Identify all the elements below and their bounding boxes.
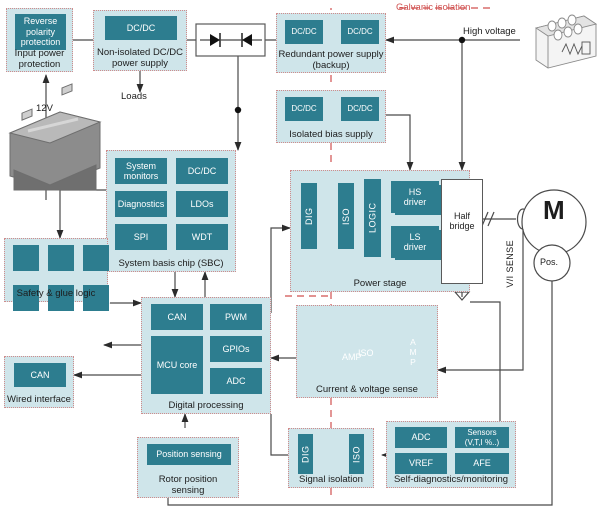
group-system-basis-chip[interactable]: System monitors DC/DC Diagnostics LDOs S… xyxy=(106,150,236,272)
block-signal-dig[interactable]: DIG xyxy=(298,434,313,474)
block-gate-1[interactable] xyxy=(13,245,39,271)
block-sbc-ldos[interactable]: LDOs xyxy=(176,191,228,217)
ipp-cap1: Input power xyxy=(14,48,65,59)
block-hs-driver[interactable]: HS driver xyxy=(391,181,439,213)
block-diag-adc[interactable]: ADC xyxy=(395,427,447,448)
rpp-line1: Reverse xyxy=(23,16,58,27)
block-power-dig[interactable]: DIG xyxy=(301,183,317,249)
block-digital-pwm[interactable]: PWM xyxy=(210,304,262,330)
block-digital-can[interactable]: CAN xyxy=(151,304,203,330)
group-isolated-bias-supply[interactable]: DC/DC DC/DC Isolated bias supply xyxy=(276,90,386,143)
label-12v: 12V xyxy=(36,103,53,114)
label-half-bridge: Half bridge xyxy=(442,211,482,231)
block-redundant-dcdc-right[interactable]: DC/DC xyxy=(341,20,379,44)
group-input-power-protection[interactable]: Reverse polarity protection Input power … xyxy=(6,8,73,72)
hb-line1: Half xyxy=(453,211,470,221)
block-digital-adc[interactable]: ADC xyxy=(210,368,262,394)
group-rotor-position-sensing[interactable]: Position sensing Rotor position sensing xyxy=(137,437,239,498)
block-sbc-diagnostics[interactable]: Diagnostics xyxy=(115,191,167,217)
caption-safety-glue-logic: Safety & glue logic xyxy=(16,288,96,299)
block-power-logic[interactable]: LOGIC xyxy=(364,179,381,257)
sm-line1: System xyxy=(125,160,156,171)
caption-sbc: System basis chip (SBC) xyxy=(118,258,224,269)
caption-digital-processing: Digital processing xyxy=(168,400,244,411)
sensors-line1: Sensors xyxy=(467,428,497,437)
hs-line2: driver xyxy=(403,197,427,207)
rpp-line2: polarity xyxy=(25,26,55,37)
block-sbc-wdt[interactable]: WDT xyxy=(176,224,228,250)
block-diag-afe[interactable]: AFE xyxy=(455,453,509,474)
block-bias-dcdc-right[interactable]: DC/DC xyxy=(341,97,379,121)
car-battery-illustration xyxy=(8,83,102,191)
hs-line1: HS xyxy=(408,186,422,197)
caption-current-voltage-sense: Current & voltage sense xyxy=(316,384,418,395)
block-sbc-dcdc[interactable]: DC/DC xyxy=(176,158,228,184)
caption-redundant-power-supply: Redundant power supply (backup) xyxy=(277,49,385,71)
block-diag-sensors[interactable]: Sensors (V,T,I %..) xyxy=(455,427,509,448)
rps-cap2: (backup) xyxy=(312,60,350,71)
group-safety-glue-logic[interactable]: Safety & glue logic xyxy=(4,238,109,311)
caption-signal-isolation: Signal isolation xyxy=(299,474,363,485)
block-sbc-spi[interactable]: SPI xyxy=(115,224,167,250)
block-redundant-dcdc-left[interactable]: DC/DC xyxy=(285,20,323,44)
sm-line2: monitors xyxy=(123,171,159,181)
block-wired-can[interactable]: CAN xyxy=(14,363,66,387)
block-reverse-polarity-protection[interactable]: Reverse polarity protection xyxy=(15,14,66,50)
block-dcdc-non-isolated[interactable]: DC/DC xyxy=(105,16,177,40)
rps-cap1: Redundant power supply xyxy=(278,49,384,60)
group-redundant-power-supply[interactable]: DC/DC DC/DC Redundant power supply (back… xyxy=(276,13,386,73)
reverse-diode-network xyxy=(195,23,266,57)
label-galvanic-isolation: Galvanic isolation xyxy=(396,2,471,13)
caption-power-stage: Power stage xyxy=(353,278,407,289)
label-high-voltage: High voltage xyxy=(463,26,516,37)
block-ls-driver[interactable]: LS driver xyxy=(391,226,439,258)
label-position-sensor: Pos. xyxy=(540,257,559,267)
group-signal-isolation[interactable]: DIG ISO Signal isolation xyxy=(288,428,374,488)
rpp-line3: protection xyxy=(20,37,61,48)
nid-cap2: power supply xyxy=(112,58,168,69)
hb-line2: bridge xyxy=(449,221,475,231)
caption-wired-interface: Wired interface xyxy=(7,394,71,405)
label-loads: Loads xyxy=(121,91,147,102)
block-mcu-core[interactable]: MCU core xyxy=(151,336,203,394)
caption-rotor-position-sensing: Rotor position sensing xyxy=(138,474,238,496)
caption-isolated-bias-supply: Isolated bias supply xyxy=(289,129,373,140)
block-half-bridge[interactable] xyxy=(441,179,483,284)
group-wired-interface[interactable]: CAN Wired interface xyxy=(4,356,74,408)
label-sense-iso: ISO xyxy=(358,348,374,358)
block-gpios[interactable]: GPIOs xyxy=(210,336,262,362)
block-signal-iso[interactable]: ISO xyxy=(349,434,364,474)
group-power-stage[interactable]: DIG ISO LOGIC HS driver LS driver Power … xyxy=(290,170,483,292)
block-gate-3[interactable] xyxy=(83,245,109,271)
label-motor: M xyxy=(543,195,565,225)
block-diag-vref[interactable]: VREF xyxy=(395,453,447,474)
block-gate-2[interactable] xyxy=(48,245,74,271)
ls-line2: driver xyxy=(403,242,427,252)
group-non-isolated-dcdc[interactable]: DC/DC Non-isolated DC/DC power supply xyxy=(93,10,187,71)
sensors-line2: (V,T,I %..) xyxy=(464,437,500,447)
block-diagram-canvas: Reverse polarity protection Input power … xyxy=(0,0,600,527)
caption-non-isolated-dcdc: Non-isolated DC/DC power supply xyxy=(94,47,186,69)
ls-line1: LS xyxy=(409,231,421,242)
rot-cap1: Rotor position xyxy=(158,474,218,485)
group-digital-processing[interactable]: CAN PWM MCU core GPIOs ADC Digital proce… xyxy=(141,297,271,414)
ipp-cap2: protection xyxy=(18,59,61,70)
nid-cap1: Non-isolated DC/DC xyxy=(96,47,184,58)
block-power-iso[interactable]: ISO xyxy=(338,183,354,249)
label-vi-sense: V/I SENSE xyxy=(505,240,515,288)
rot-cap2: sensing xyxy=(171,485,205,496)
block-position-sensing[interactable]: Position sensing xyxy=(147,444,231,465)
label-amp-out: AMP xyxy=(409,337,417,367)
block-bias-dcdc-left[interactable]: DC/DC xyxy=(285,97,323,121)
block-system-monitors[interactable]: System monitors xyxy=(115,158,167,184)
hv-battery-pack-illustration xyxy=(534,14,598,69)
caption-self-diagnostics: Self-diagnostics/monitoring xyxy=(393,474,509,485)
caption-input-power-protection: Input power protection xyxy=(7,48,72,70)
group-self-diagnostics[interactable]: ADC Sensors (V,T,I %..) VREF AFE Self-di… xyxy=(386,421,516,488)
